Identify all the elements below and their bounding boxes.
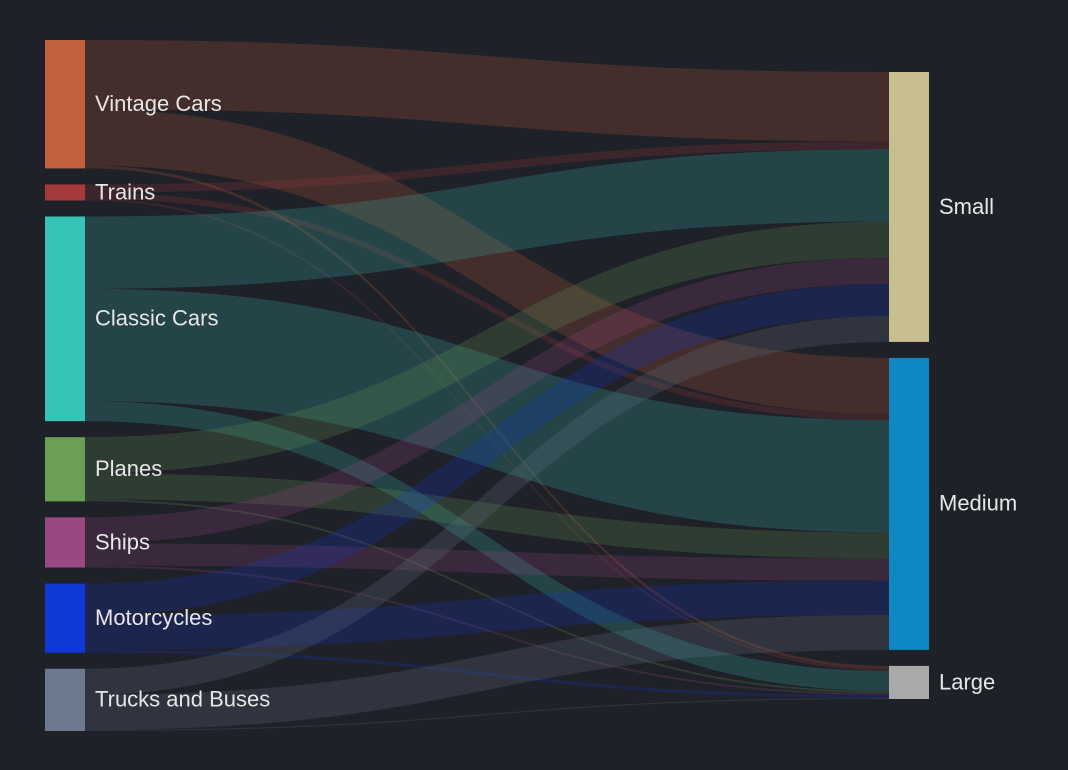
- node-label-vintage-cars: Vintage Cars: [95, 91, 222, 116]
- node-medium: [889, 357, 929, 650]
- sankey-chart: Vintage Cars Trains Classic Cars Planes Ship…: [45, 40, 1017, 731]
- node-vintage-cars: [45, 40, 85, 169]
- node-label-ships: Ships: [95, 529, 150, 554]
- node-motorcycles: [45, 583, 85, 653]
- node-label-classic-cars: Classic Cars: [95, 306, 218, 331]
- node-label-trains: Trains: [95, 179, 155, 204]
- node-large: [889, 665, 929, 699]
- node-small: [889, 72, 929, 342]
- node-planes: [45, 437, 85, 502]
- node-trains: [45, 184, 85, 201]
- node-classic-cars: [45, 216, 85, 422]
- node-label-large: Large: [939, 669, 995, 694]
- node-label-trucks-and-buses: Trucks and Buses: [95, 687, 270, 712]
- node-trucks-and-buses: [45, 668, 85, 731]
- node-ships: [45, 517, 85, 568]
- node-label-small: Small: [939, 194, 994, 219]
- node-label-motorcycles: Motorcycles: [95, 605, 212, 630]
- node-label-medium: Medium: [939, 491, 1017, 516]
- node-label-planes: Planes: [95, 456, 162, 481]
